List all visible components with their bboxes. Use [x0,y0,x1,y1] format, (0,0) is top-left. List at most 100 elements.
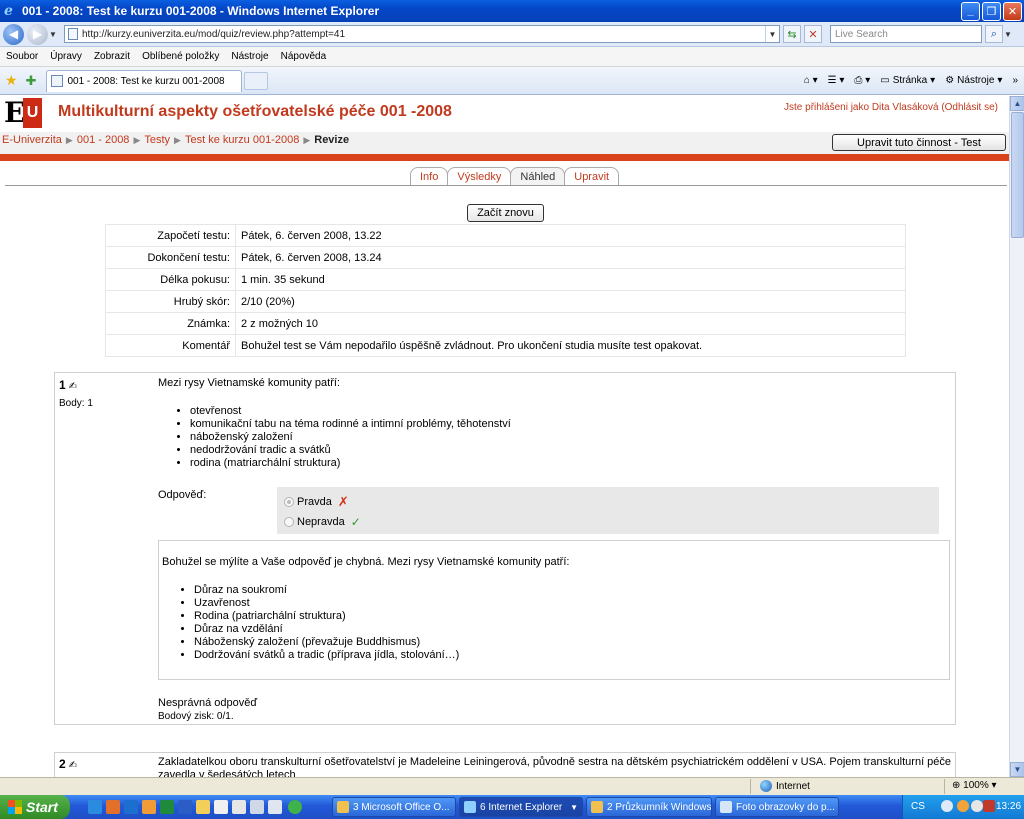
new-tab-button[interactable] [244,71,269,90]
task-explorer[interactable]: 2 Průzkumník Windows ▼ [586,797,712,817]
url-field[interactable]: http://kurzy.euniverzita.eu/mod/quiz/rev… [64,25,780,43]
quicklaunch-folder-icon[interactable] [196,800,210,814]
list-item: Důraz na vzdělání [194,623,459,636]
print-icon[interactable]: ⎙ ▾ [854,75,870,86]
summary-key: Komentář [105,334,236,357]
summary-value: 2/10 (20%) [235,290,906,313]
summary-key: Známka: [105,312,236,335]
scroll-down-icon[interactable]: ▼ [1010,762,1024,777]
tab-results[interactable]: Výsledky [447,167,512,186]
tab-info[interactable]: Info [410,167,449,186]
quicklaunch-media-icon[interactable] [268,800,282,814]
quicklaunch-office-icon[interactable] [142,800,156,814]
breadcrumb-separator-icon: ▶ [174,135,181,145]
tray-app2-icon[interactable] [971,800,983,812]
scroll-thumb[interactable] [1011,112,1024,238]
edit-activity-button[interactable]: Upravit tuto činnost - Test [832,134,1006,151]
breadcrumb-link[interactable]: E-Univerzita [2,134,62,146]
breadcrumb-separator-icon: ▶ [303,135,311,145]
menu-file[interactable]: Soubor [0,51,44,62]
menu-tools[interactable]: Nástroje [225,51,274,62]
question-list: otevřenost komunikační tabu na téma rodi… [176,405,511,470]
status-divider [944,779,945,794]
menu-help[interactable]: Nápověda [275,51,333,62]
tray-back-icon[interactable] [941,800,953,812]
radio-false[interactable] [284,517,294,527]
breadcrumb: E-Univerzita ▶ 001 - 2008 ▶ Testy ▶ Test ke ku… [2,134,349,146]
tabs-divider [5,185,1007,186]
tab-page-icon [51,75,64,87]
refresh-button[interactable]: ⇆ [783,25,801,43]
minimize-button[interactable]: _ [961,1,980,21]
list-item: Náboženský založení (převažuje Buddhismu… [194,636,459,649]
quicklaunch-excel-icon[interactable] [160,800,174,814]
summary-value: 1 min. 35 sekund [235,268,906,291]
history-dropdown-icon[interactable]: ▼ [48,30,58,39]
favorites-star-icon[interactable]: ★ [5,72,18,89]
task-label: Foto obrazovky do p... [736,801,835,813]
task-dropdown-icon: ▼ [454,803,455,812]
add-favorite-icon[interactable]: ✚ [26,73,37,89]
task-ie[interactable]: 6 Internet Explorer ▼ [459,797,583,817]
browser-tab[interactable]: 001 - 2008: Test ke kurzu 001-2008 [46,69,243,92]
menu-edit[interactable]: Úpravy [44,51,88,62]
quicklaunch-word-icon[interactable] [178,800,192,814]
radio-true[interactable] [284,497,294,507]
feeds-icon[interactable]: ☰ ▾ [828,75,845,86]
menu-view[interactable]: Zobrazit [88,51,136,62]
breadcrumb-link[interactable]: Test ke kurzu 001-2008 [185,134,299,146]
task-screenshot[interactable]: Foto obrazovky do p... [715,797,839,817]
tab-edit[interactable]: Upravit [564,167,620,186]
scroll-up-icon[interactable]: ▲ [1010,96,1024,111]
tools-menu-label: Nástroje [957,75,995,86]
back-button[interactable]: ◀ [3,23,24,45]
wrong-mark-icon: ✗ [337,494,349,509]
summary-value: Bohužel test se Vám nepodařilo úspěšně z… [235,334,906,357]
restart-button[interactable]: Začít znovu [467,204,544,222]
search-input[interactable]: Live Search [830,25,982,43]
task-office[interactable]: 3 Microsoft Office O... ▼ [332,797,456,817]
vertical-scrollbar[interactable]: ▲ ▼ [1009,96,1024,777]
quicklaunch-app-icon[interactable] [214,800,228,814]
list-item: Uzavřenost [194,597,459,610]
tab-preview[interactable]: Náhled [510,167,566,186]
maximize-button[interactable]: ❐ [982,1,1001,21]
breadcrumb-link[interactable]: 001 - 2008 [77,134,130,146]
forward-button[interactable]: ▶ [27,23,48,45]
close-button[interactable]: ✕ [1003,1,1022,21]
quicklaunch-app3-icon[interactable] [250,800,264,814]
option-true[interactable]: Pravda ✗ [284,494,349,510]
language-indicator[interactable]: CS [911,801,925,812]
zoom-control[interactable]: ⊕ 100% ▾ [952,780,997,791]
tools-menu[interactable]: ⚙ Nástroje ▾ [945,75,1002,86]
option-false[interactable]: Nepravda ✓ [284,515,361,529]
tray-app3-icon[interactable] [983,800,995,812]
page-content: E U Multikulturní aspekty ošetřovatelské… [0,96,1009,777]
url-dropdown-icon[interactable]: ▼ [765,26,779,42]
menu-favorites[interactable]: Oblíbené položky [136,51,225,62]
edit-pencil-icon[interactable]: ✍ [69,381,77,392]
search-icon[interactable]: ⌕ [985,25,1003,43]
quicklaunch-ie-icon[interactable] [88,800,102,814]
breadcrumb-link[interactable]: Testy [144,134,170,146]
taskbar: Start 3 Microsoft Office O... ▼ 6 Intern… [0,795,1024,819]
tray-app-icon[interactable] [957,800,969,812]
quicklaunch-app2-icon[interactable] [232,800,246,814]
edit-pencil-icon[interactable]: ✍ [69,760,77,771]
page-menu[interactable]: ▭ Stránka ▾ [880,75,935,86]
eu-logo[interactable]: E U [4,98,42,128]
home-icon[interactable]: ⌂ ▾ [804,75,818,86]
quicklaunch-ie2-icon[interactable] [124,800,138,814]
url-text[interactable]: http://kurzy.euniverzita.eu/mod/quiz/rev… [82,29,765,40]
stop-button[interactable]: ✕ [804,25,822,43]
ie-logo-icon: e [4,3,13,19]
list-item: otevřenost [190,405,511,418]
quicklaunch-play-icon[interactable] [288,800,302,814]
security-zone: Internet [760,780,810,792]
login-info[interactable]: Jste přihlášeni jako Dita Vlasáková (Odh… [784,102,998,113]
search-options-icon[interactable]: ▼ [1003,30,1013,39]
more-icon[interactable]: » [1012,75,1018,86]
start-button[interactable]: Start [0,795,70,819]
list-item: Důraz na soukromí [194,584,459,597]
quicklaunch-firefox-icon[interactable] [106,800,120,814]
